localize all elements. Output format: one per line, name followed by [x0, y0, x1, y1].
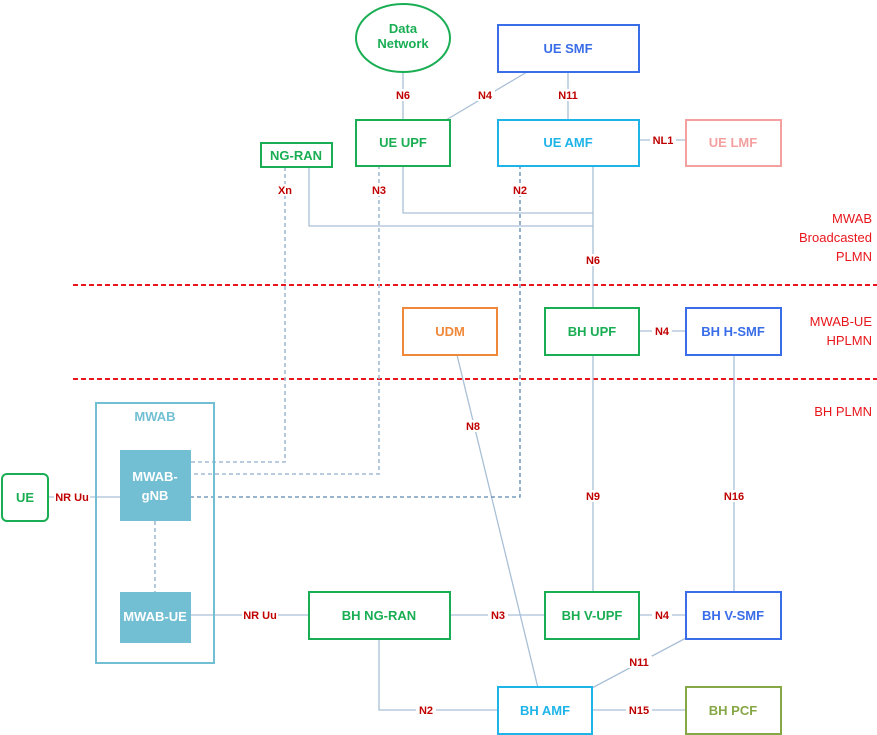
link-udm-amf — [456, 354, 539, 689]
node-bh-amf[interactable]: BH AMF — [497, 686, 593, 735]
data-network-label-2: Network — [377, 36, 429, 51]
label-n4-bottom: N4 — [655, 610, 670, 622]
node-mwab-ue[interactable]: MWAB-UE — [120, 592, 191, 643]
link-bhran-amf — [378, 638, 498, 711]
label-n9: N9 — [586, 491, 600, 503]
data-network-label-1: Data — [389, 21, 418, 36]
ue-label: UE — [16, 490, 34, 505]
label-n15: N15 — [629, 705, 649, 717]
node-ue-upf[interactable]: UE UPF — [355, 119, 451, 167]
node-mwab-gnb[interactable]: MWAB- gNB — [120, 450, 191, 521]
network-diagram: MWAB Data Network UE SMF UE UPF UE AMF U… — [1, 3, 877, 735]
node-bh-h-smf[interactable]: BH H-SMF — [685, 307, 782, 356]
ng-ran-label: NG-RAN — [270, 148, 322, 163]
node-ue-smf[interactable]: UE SMF — [497, 24, 640, 73]
bh-pcf-label: BH PCF — [709, 703, 757, 718]
node-bh-v-smf[interactable]: BH V-SMF — [685, 591, 782, 640]
label-xn: Xn — [278, 185, 292, 197]
bh-h-smf-label: BH H-SMF — [701, 324, 765, 339]
ue-lmf-label: UE LMF — [709, 135, 757, 150]
label-n3-top: N3 — [372, 185, 386, 197]
link-xn — [190, 167, 286, 463]
bh-upf-label: BH UPF — [568, 324, 616, 339]
zone-labels: MWAB Broadcasted PLMN MWAB-UE HPLMN BH P… — [799, 211, 872, 419]
node-bh-upf[interactable]: BH UPF — [544, 307, 640, 356]
label-nl1: NL1 — [653, 135, 674, 147]
label-n8: N8 — [466, 421, 480, 433]
zone-bottom-line-1: BH PLMN — [814, 404, 872, 419]
zone-middle-line-1: MWAB-UE — [810, 314, 873, 329]
bh-v-smf-label: BH V-SMF — [702, 608, 764, 623]
label-n4-top: N4 — [478, 90, 493, 102]
node-bh-v-upf[interactable]: BH V-UPF — [544, 591, 640, 640]
ue-smf-label: UE SMF — [543, 41, 592, 56]
bh-amf-label: BH AMF — [520, 703, 570, 718]
label-n11-top: N11 — [558, 90, 578, 102]
link-ngran-n6 — [308, 167, 593, 227]
ue-amf-label: UE AMF — [543, 135, 592, 150]
node-bh-pcf[interactable]: BH PCF — [685, 686, 782, 735]
label-nr-uu-ue: NR Uu — [55, 492, 89, 504]
node-ng-ran[interactable]: NG-RAN — [260, 142, 333, 168]
node-udm[interactable]: UDM — [402, 307, 498, 356]
label-n16: N16 — [724, 491, 744, 503]
label-n3-bottom: N3 — [491, 610, 505, 622]
node-data-network[interactable]: Data Network — [355, 3, 451, 73]
zone-top-line-1: MWAB — [832, 211, 872, 226]
mwab-ue-label: MWAB-UE — [123, 609, 187, 624]
label-nr-uu-mwab: NR Uu — [243, 610, 277, 622]
label-n2-top: N2 — [513, 185, 527, 197]
zone-top-line-3: PLMN — [836, 249, 872, 264]
label-n6-dn: N6 — [396, 90, 410, 102]
ue-upf-label: UE UPF — [379, 135, 427, 150]
link-upf-n6 — [402, 165, 593, 214]
label-n11-bottom: N11 — [629, 657, 649, 669]
node-bh-ng-ran[interactable]: BH NG-RAN — [308, 591, 451, 640]
label-n2-bottom: N2 — [419, 705, 433, 717]
node-ue[interactable]: UE — [1, 473, 49, 522]
mwab-title: MWAB — [134, 409, 175, 424]
label-n6-mid: N6 — [586, 255, 600, 267]
zone-middle-line-2: HPLMN — [826, 333, 872, 348]
node-ue-lmf[interactable]: UE LMF — [685, 119, 782, 167]
udm-label: UDM — [435, 324, 465, 339]
mwab-gnb-label-2: gNB — [142, 488, 169, 503]
mwab-gnb-label-1: MWAB- — [132, 469, 178, 484]
label-n4-mid: N4 — [655, 326, 670, 338]
bh-v-upf-label: BH V-UPF — [562, 608, 623, 623]
bh-ng-ran-label: BH NG-RAN — [342, 608, 416, 623]
zone-top-line-2: Broadcasted — [799, 230, 872, 245]
node-ue-amf[interactable]: UE AMF — [497, 119, 640, 167]
